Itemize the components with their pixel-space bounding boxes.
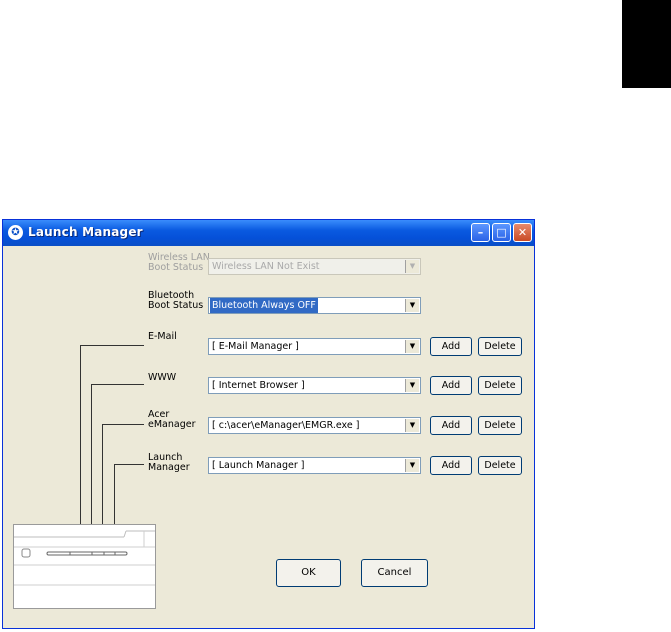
- wireless-lan-label: Wireless LAN Boot Status: [148, 252, 210, 273]
- bluetooth-boot-status-select[interactable]: Bluetooth Always OFF ▼: [208, 297, 421, 314]
- chevron-down-icon[interactable]: ▼: [405, 340, 419, 353]
- launch-manager-delete-button[interactable]: Delete: [478, 456, 522, 475]
- chevron-down-icon[interactable]: ▼: [405, 299, 419, 312]
- launch-manager-callout-horizontal: [114, 464, 144, 465]
- chevron-down-icon: ▼: [405, 260, 419, 273]
- window-title: Launch Manager: [28, 225, 143, 239]
- chevron-down-icon[interactable]: ▼: [405, 419, 419, 432]
- maximize-button[interactable]: □: [492, 223, 511, 242]
- keyboard-illustration: [13, 524, 156, 609]
- page-side-tab: [622, 0, 671, 88]
- acer-emanager-callout-horizontal: [102, 424, 144, 425]
- minimize-icon: –: [477, 226, 484, 239]
- close-button[interactable]: ✕: [513, 223, 532, 242]
- chevron-down-icon[interactable]: ▼: [405, 379, 419, 392]
- email-callout-horizontal: [80, 345, 144, 346]
- acer-emanager-delete-button[interactable]: Delete: [478, 416, 522, 435]
- keyboard-drawing: [14, 530, 155, 586]
- bluetooth-label: Bluetooth Boot Status: [148, 290, 204, 311]
- title-bar[interactable]: ✪ Launch Manager – □ ✕: [3, 220, 534, 246]
- acer-emanager-label: Acer eManager: [148, 409, 196, 430]
- launch-manager-add-button[interactable]: Add: [430, 456, 472, 475]
- wireless-lan-boot-status-select: Wireless LAN Not Exist ▼: [208, 258, 421, 275]
- launch-manager-label: Launch Manager: [148, 452, 190, 473]
- email-select[interactable]: [ E-Mail Manager ] ▼: [208, 338, 421, 355]
- chevron-down-icon[interactable]: ▼: [405, 459, 419, 472]
- acer-emanager-select[interactable]: [ c:\acer\eManager\EMGR.exe ] ▼: [208, 417, 421, 434]
- www-callout-horizontal: [91, 384, 144, 385]
- acer-emanager-add-button[interactable]: Add: [430, 416, 472, 435]
- email-callout-vertical: [80, 345, 81, 552]
- email-add-button[interactable]: Add: [430, 337, 472, 356]
- close-icon: ✕: [517, 226, 528, 239]
- minimize-button[interactable]: –: [471, 223, 490, 242]
- www-delete-button[interactable]: Delete: [478, 376, 522, 395]
- email-label: E-Mail: [148, 331, 177, 342]
- maximize-icon: □: [496, 226, 507, 239]
- launch-manager-dialog: ✪ Launch Manager – □ ✕ Wireless LAN Boot …: [2, 219, 535, 629]
- www-label: WWW: [148, 372, 177, 383]
- launch-manager-select[interactable]: [ Launch Manager ] ▼: [208, 457, 421, 474]
- ok-button[interactable]: OK: [276, 559, 341, 587]
- email-delete-button[interactable]: Delete: [478, 337, 522, 356]
- www-select[interactable]: [ Internet Browser ] ▼: [208, 377, 421, 394]
- www-add-button[interactable]: Add: [430, 376, 472, 395]
- cancel-button[interactable]: Cancel: [361, 559, 428, 587]
- launch-manager-icon: ✪: [8, 225, 23, 240]
